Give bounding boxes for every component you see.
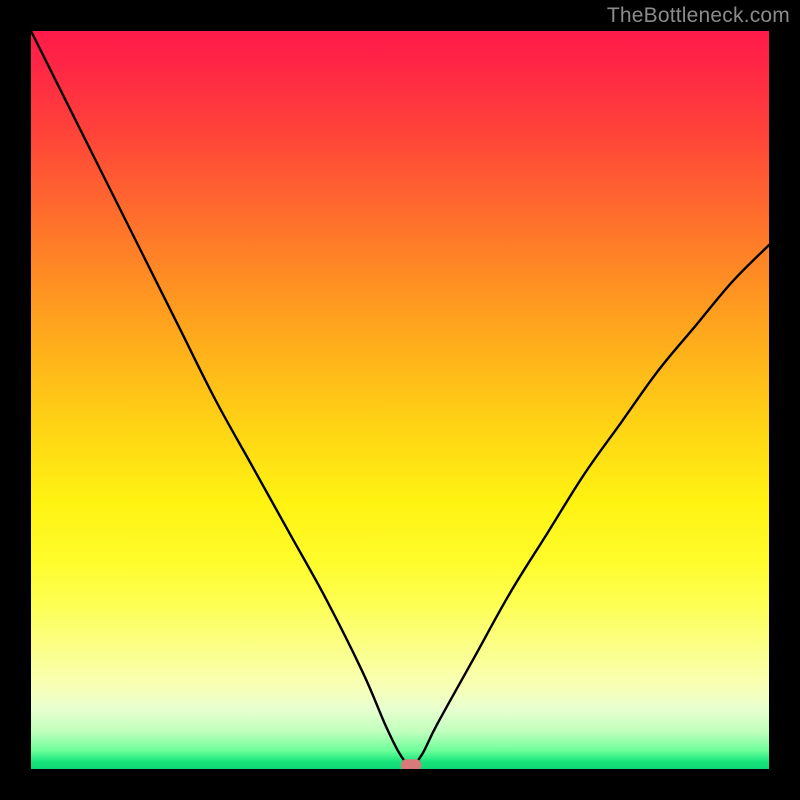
plot-area	[31, 31, 769, 769]
chart-frame: TheBottleneck.com	[0, 0, 800, 800]
optimum-marker	[401, 759, 421, 769]
watermark-text: TheBottleneck.com	[607, 4, 790, 28]
bottleneck-curve	[31, 31, 769, 765]
curve-svg	[31, 31, 769, 769]
